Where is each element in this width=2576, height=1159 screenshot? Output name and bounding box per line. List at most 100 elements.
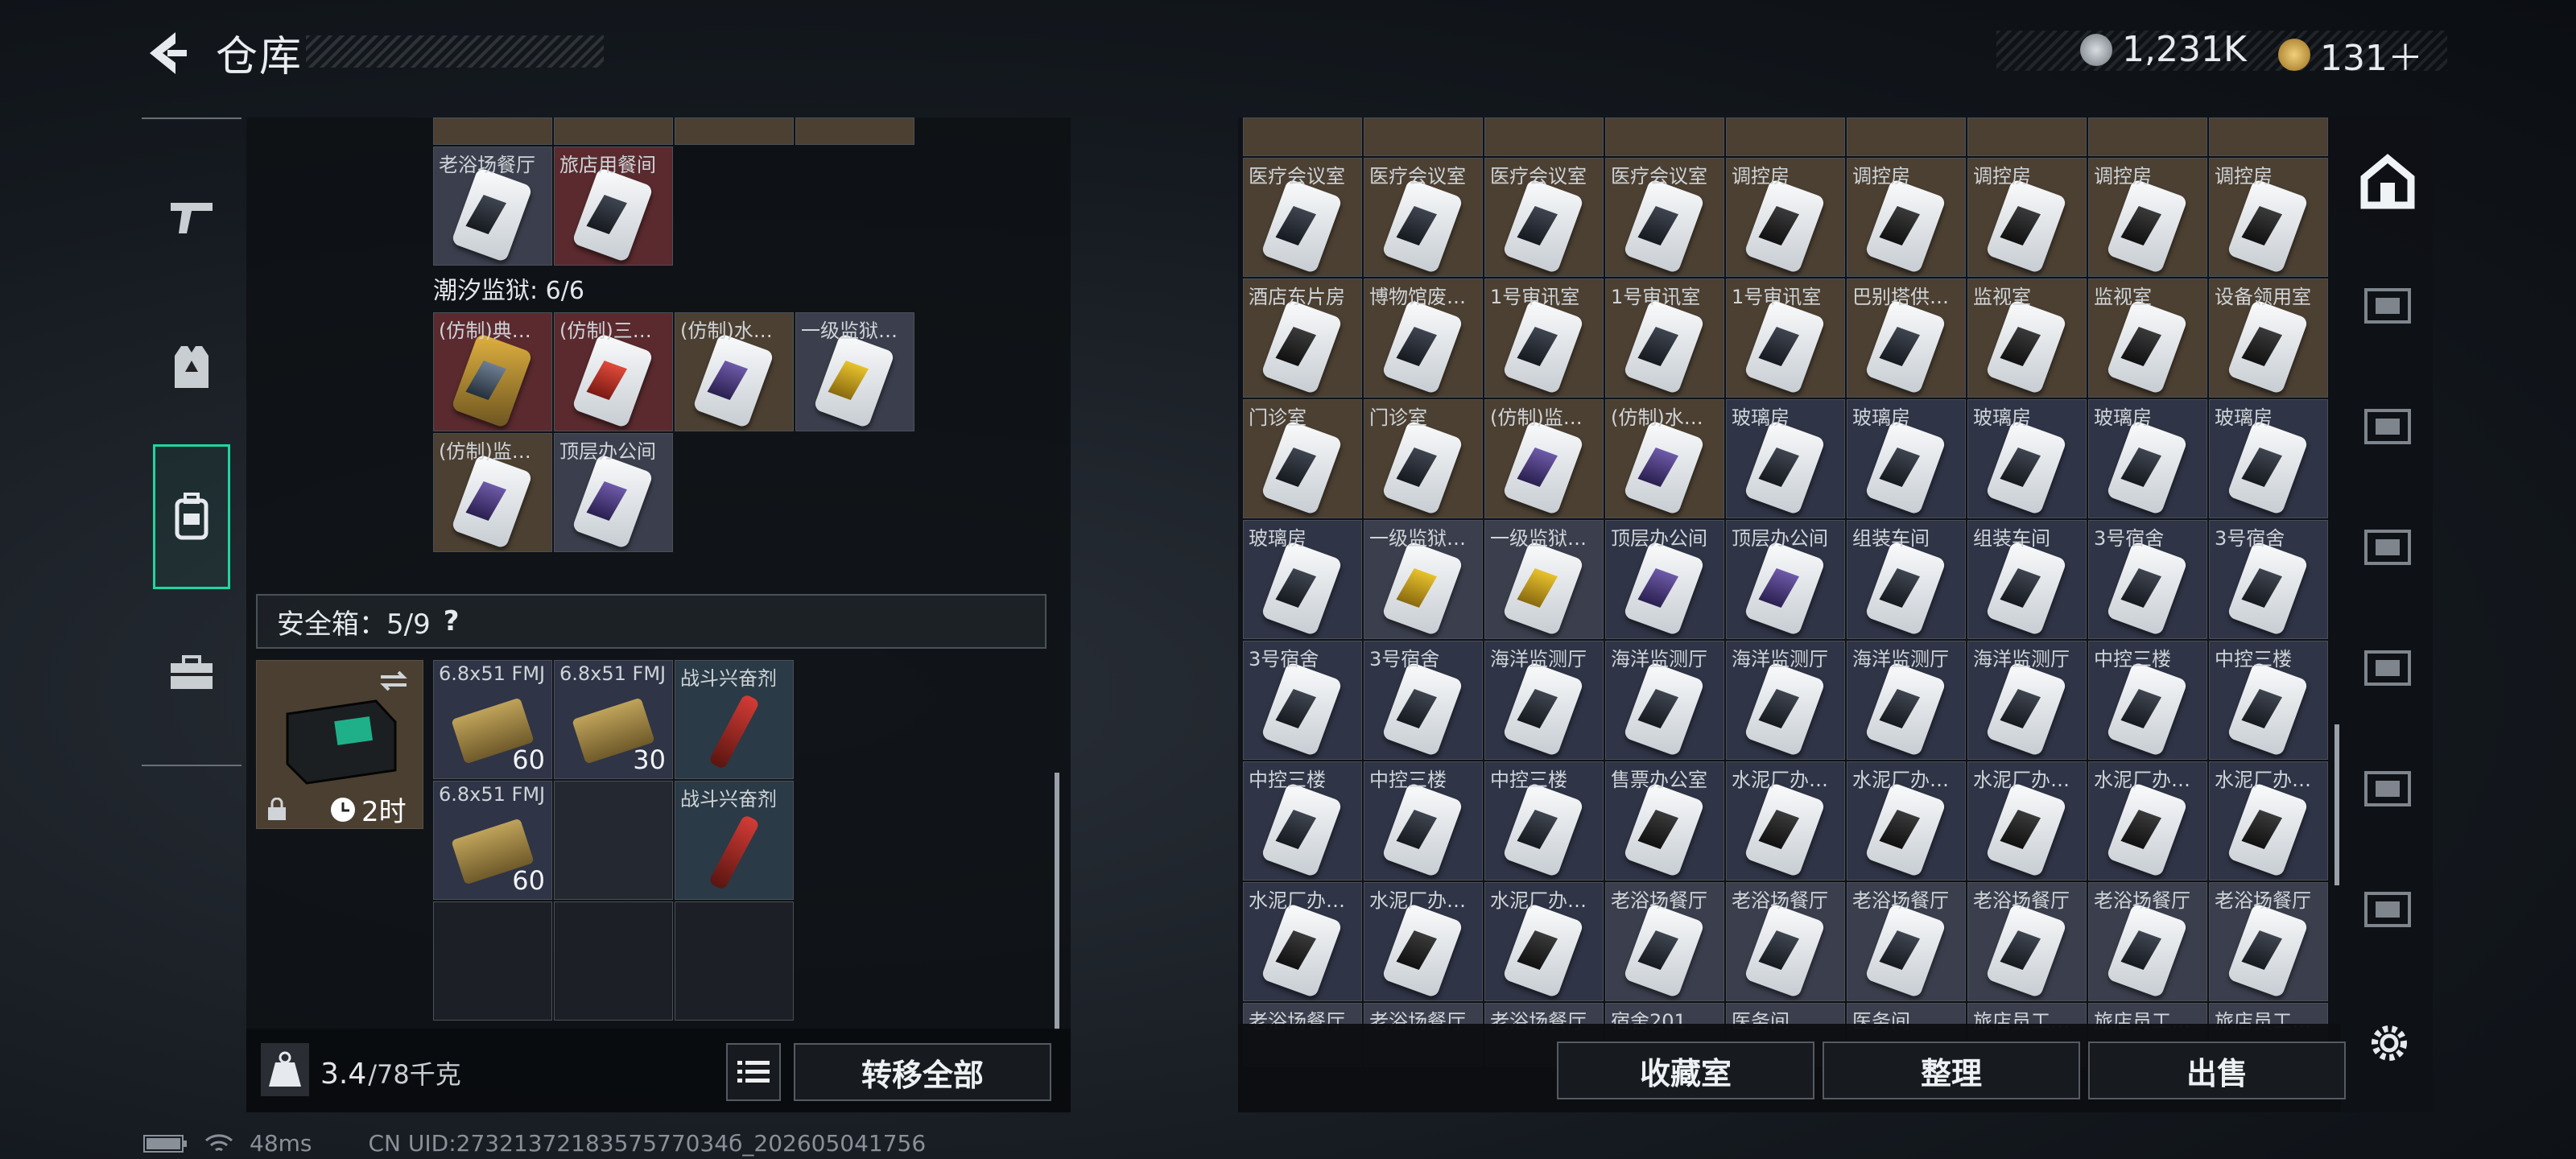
warehouse-keycard-item[interactable]: 老浴场餐厅 (1847, 882, 1966, 1001)
cropped-item[interactable] (2209, 118, 2328, 156)
warehouse-keycard-item[interactable]: 监视室 (2088, 278, 2207, 398)
warehouse-keycard-item[interactable]: 海洋监测厅 (1605, 641, 1724, 760)
warehouse-keycard-item[interactable]: 玻璃房 (1847, 399, 1966, 518)
warehouse-keycard-item[interactable]: 巴别塔供… (1847, 278, 1966, 398)
safe-box-item[interactable]: 6.8x51 FMJ 60 (433, 781, 552, 900)
warehouse-keycard-item[interactable]: 一级监狱… (1364, 520, 1483, 639)
warehouse-keycard-item[interactable]: 玻璃房 (2088, 399, 2207, 518)
empty-slot[interactable] (675, 901, 794, 1021)
warehouse-keycard-item[interactable]: 水泥厂办… (2088, 761, 2207, 881)
empty-slot[interactable] (433, 901, 552, 1021)
collection-room-button[interactable]: 收藏室 (1557, 1041, 1814, 1099)
card-folder-iv-c-icon[interactable] (2347, 850, 2428, 963)
warehouse-keycard-item[interactable]: 3号宿舍 (1243, 641, 1362, 760)
warehouse-keycard-item[interactable]: 调控房 (2088, 158, 2207, 277)
cropped-item[interactable] (1967, 118, 2087, 156)
warehouse-keycard-item[interactable]: 门诊室 (1243, 399, 1362, 518)
warehouse-keycard-item[interactable]: 中控三楼 (2088, 641, 2207, 760)
warehouse-keycard-item[interactable]: 3号宿舍 (1364, 641, 1483, 760)
prison-keycard-item[interactable]: 一级监狱… (795, 312, 914, 431)
backpack-scrollbar[interactable] (1055, 773, 1059, 1030)
warehouse-keycard-item[interactable]: 调控房 (1967, 158, 2087, 277)
card-folder-iii-b-icon[interactable] (2347, 608, 2428, 721)
sell-button[interactable]: 出售 (2088, 1041, 2346, 1099)
warehouse-keycard-item[interactable]: 老浴场餐厅 (1726, 882, 1845, 1001)
cropped-item[interactable] (675, 118, 794, 145)
warehouse-keycard-item[interactable]: 水泥厂办… (1243, 882, 1362, 1001)
warehouse-keycard-item[interactable]: 设备领用室 (2209, 278, 2328, 398)
warehouse-keycard-item[interactable]: 老浴场餐厅 (1967, 882, 2087, 1001)
warehouse-keycard-item[interactable]: 一级监狱… (1484, 520, 1604, 639)
safe-box-item[interactable]: 6.8x51 FMJ 60 (433, 660, 552, 779)
warehouse-keycard-item[interactable]: (仿制)水… (1605, 399, 1724, 518)
cropped-item[interactable] (433, 118, 552, 145)
warehouse-keycard-item[interactable]: 医疗会议室 (1605, 158, 1724, 277)
warehouse-keycard-item[interactable]: 水泥厂办… (1484, 882, 1604, 1001)
safehouse-icon[interactable] (2347, 126, 2428, 238)
prison-keycard-item[interactable]: (仿制)典… (433, 312, 552, 431)
card-folder-iii-icon[interactable] (2347, 488, 2428, 600)
case-tab[interactable] (153, 600, 230, 745)
safe-box-item[interactable]: 6.8x51 FMJ 30 (554, 660, 673, 779)
warehouse-keycard-item[interactable]: 调控房 (1847, 158, 1966, 277)
warehouse-keycard-item[interactable]: 门诊室 (1364, 399, 1483, 518)
warehouse-keycard-item[interactable]: 顶层办公间 (1726, 520, 1845, 639)
warehouse-keycard-item[interactable]: 中控三楼 (2209, 641, 2328, 760)
settings-gear-icon[interactable] (2367, 1021, 2412, 1066)
warehouse-keycard-item[interactable]: 中控三楼 (1484, 761, 1604, 881)
warehouse-keycard-item[interactable]: 组装车间 (1847, 520, 1966, 639)
backpack-tab[interactable] (153, 444, 230, 589)
prison-keycard-item[interactable]: 顶层办公间 (554, 433, 673, 552)
cropped-item[interactable] (1364, 118, 1483, 156)
prison-keycard-item[interactable]: (仿制)三… (554, 312, 673, 431)
safe-box-item[interactable]: 战斗兴奋剂 (675, 781, 794, 900)
warehouse-keycard-item[interactable]: 水泥厂办… (1726, 761, 1845, 881)
warehouse-keycard-item[interactable]: 水泥厂办… (1967, 761, 2087, 881)
warehouse-keycard-item[interactable]: 中控三楼 (1243, 761, 1362, 881)
warehouse-keycard-item[interactable]: (仿制)监… (1484, 399, 1604, 518)
card-folder-iv-b-icon[interactable] (2347, 729, 2428, 842)
safe-box-case[interactable]: 2时 (256, 660, 423, 829)
cropped-item[interactable] (1847, 118, 1966, 156)
warehouse-keycard-item[interactable]: 医疗会议室 (1484, 158, 1604, 277)
warehouse-keycard-item[interactable]: 水泥厂办… (2209, 761, 2328, 881)
warehouse-keycard-item[interactable]: 酒店东片房 (1243, 278, 1362, 398)
prison-keycard-item[interactable]: (仿制)水… (675, 312, 794, 431)
warehouse-keycard-item[interactable]: 组装车间 (1967, 520, 2087, 639)
card-folder-iv-icon[interactable] (2347, 246, 2428, 359)
warehouse-keycard-item[interactable]: 售票办公室 (1605, 761, 1724, 881)
warehouse-scrollbar[interactable] (2334, 724, 2339, 885)
backpack-item[interactable]: 旅店用餐间 (554, 146, 673, 266)
cropped-item[interactable] (1484, 118, 1604, 156)
cropped-item[interactable] (795, 118, 914, 145)
swap-icon[interactable] (378, 669, 410, 693)
warehouse-keycard-item[interactable]: 3号宿舍 (2209, 520, 2328, 639)
warehouse-keycard-item[interactable]: 3号宿舍 (2088, 520, 2207, 639)
safe-box-item[interactable]: 战斗兴奋剂 (675, 660, 794, 779)
help-icon[interactable]: ? (444, 605, 460, 637)
warehouse-keycard-item[interactable]: 玻璃房 (1243, 520, 1362, 639)
warehouse-keycard-item[interactable]: 1号审讯室 (1726, 278, 1845, 398)
warehouse-keycard-item[interactable]: 玻璃房 (2209, 399, 2328, 518)
warehouse-keycard-item[interactable]: 监视室 (1967, 278, 2087, 398)
warehouse-keycard-item[interactable]: 1号审讯室 (1605, 278, 1724, 398)
back-arrow-icon[interactable] (143, 29, 188, 77)
cropped-item[interactable] (2088, 118, 2207, 156)
cropped-item[interactable] (554, 118, 673, 145)
warehouse-keycard-item[interactable]: 中控三楼 (1364, 761, 1483, 881)
warehouse-keycard-item[interactable]: 海洋监测厅 (1967, 641, 2087, 760)
warehouse-keycard-item[interactable]: 玻璃房 (1726, 399, 1845, 518)
prison-keycard-item[interactable]: (仿制)监… (433, 433, 552, 552)
warehouse-keycard-item[interactable]: 调控房 (2209, 158, 2328, 277)
cropped-item[interactable] (1243, 118, 1362, 156)
cropped-item[interactable] (1726, 118, 1845, 156)
empty-slot[interactable] (554, 781, 673, 900)
warehouse-keycard-item[interactable]: 博物馆废… (1364, 278, 1483, 398)
cropped-item[interactable] (1605, 118, 1724, 156)
warehouse-keycard-item[interactable]: 海洋监测厅 (1726, 641, 1845, 760)
weapon-tab[interactable] (153, 143, 230, 288)
list-view-button[interactable] (726, 1043, 781, 1101)
warehouse-keycard-item[interactable]: 医疗会议室 (1364, 158, 1483, 277)
warehouse-keycard-item[interactable]: 水泥厂办… (1364, 882, 1483, 1001)
warehouse-keycard-item[interactable]: 老浴场餐厅 (2088, 882, 2207, 1001)
